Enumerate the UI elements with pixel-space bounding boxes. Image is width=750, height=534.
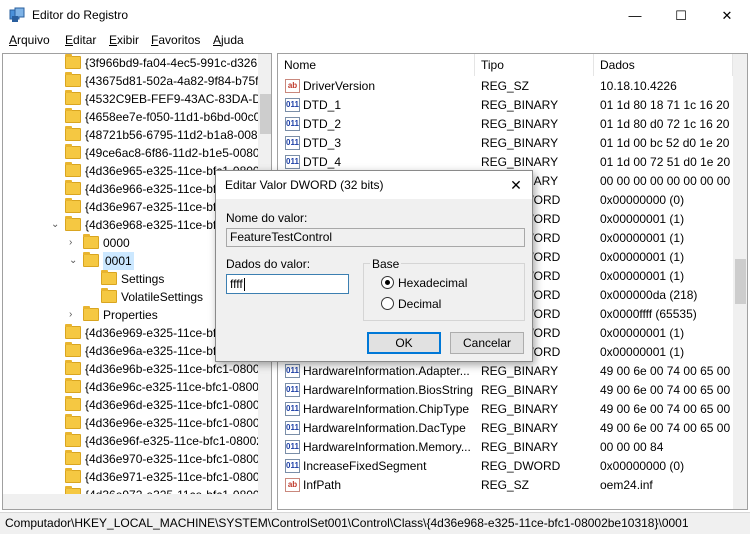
folder-icon — [65, 432, 81, 447]
menu-exibir[interactable]: Exibir — [109, 33, 139, 47]
value-data-label: Dados do valor: — [226, 257, 311, 271]
folder-icon — [65, 324, 81, 339]
status-bar: Computador\HKEY_LOCAL_MACHINE\SYSTEM\Con… — [0, 512, 750, 534]
folder-icon — [65, 360, 81, 375]
value-row[interactable]: 011 DTD_3 REG_BINARY 01 1d 00 bc 52 d0 1e 2… — [278, 134, 733, 153]
folder-open-icon — [83, 252, 99, 267]
value-row[interactable]: 011 DTD_1 REG_BINARY 01 1d 80 18 71 1c 16 2… — [278, 96, 733, 115]
value-row[interactable]: 011 HardwareInformation.BiosString REG_BIN… — [278, 381, 733, 400]
folder-icon — [65, 90, 81, 105]
folder-icon — [65, 72, 81, 87]
value-row[interactable]: ab DriverVersion REG_SZ 10.18.10.4226 — [278, 77, 733, 96]
binary-value-icon: 011 — [285, 440, 300, 454]
text-caret — [243, 278, 245, 292]
folder-icon — [83, 234, 99, 249]
decimal-radio[interactable] — [381, 297, 394, 310]
folder-icon — [65, 342, 81, 357]
menu-ajuda[interactable]: Ajuda — [213, 33, 244, 47]
dialog-title: Editar Valor DWORD (32 bits) — [225, 178, 384, 192]
ok-button[interactable]: OK — [367, 332, 441, 354]
string-value-icon: ab — [285, 79, 300, 93]
scroll-thumb[interactable] — [260, 94, 271, 134]
list-vertical-scrollbar[interactable] — [733, 54, 747, 509]
column-header-type[interactable]: Tipo — [475, 54, 594, 76]
value-name-label: Nome do valor: — [226, 211, 308, 225]
binary-value-icon: 011 — [285, 117, 300, 131]
value-row[interactable]: 011 DTD_2 REG_BINARY 01 1d 80 d0 72 1c 16 2… — [278, 115, 733, 134]
value-row[interactable]: 011 HardwareInformation.DacType REG_BINARY… — [278, 419, 733, 438]
cancel-button[interactable]: Cancelar — [450, 332, 524, 354]
chevron-right-icon[interactable]: › — [69, 306, 79, 324]
hexadecimal-radio[interactable] — [381, 276, 394, 289]
maximize-button[interactable]: ☐ — [658, 0, 704, 31]
minimize-button[interactable]: — — [612, 0, 658, 31]
base-label: Base — [370, 257, 402, 271]
close-button[interactable]: ✕ — [704, 0, 750, 31]
folder-icon — [101, 288, 117, 303]
folder-icon — [65, 378, 81, 393]
value-row[interactable]: ab InfPath REG_SZ oem24.inf — [278, 476, 733, 495]
dialog-title-bar: Editar Valor DWORD (32 bits) ✕ — [216, 171, 532, 199]
folder-icon — [65, 180, 81, 195]
folder-icon — [65, 54, 81, 69]
binary-value-icon: 011 — [285, 155, 300, 169]
scroll-thumb[interactable] — [735, 259, 746, 304]
string-value-icon: ab — [285, 478, 300, 492]
title-bar: Editor do Registro — ☐ ✕ — [0, 0, 750, 31]
binary-value-icon: 011 — [285, 402, 300, 416]
column-header-name[interactable]: Nome — [278, 54, 475, 76]
binary-value-icon: 011 — [285, 383, 300, 397]
menu-arquivo[interactable]: Arquivo — [9, 33, 50, 47]
folder-icon — [65, 414, 81, 429]
edit-dword-dialog: Editar Valor DWORD (32 bits) ✕ Nome do v… — [215, 170, 533, 362]
folder-icon — [65, 468, 81, 483]
folder-icon — [65, 198, 81, 213]
value-row[interactable]: 011 HardwareInformation.Memory... REG_BINA… — [278, 438, 733, 457]
window-title: Editor do Registro — [32, 8, 129, 22]
hexadecimal-label[interactable]: Hexadecimal — [398, 276, 467, 290]
value-row[interactable]: 011 HardwareInformation.ChipType REG_BINAR… — [278, 400, 733, 419]
base-groupbox — [363, 263, 525, 321]
folder-icon — [65, 108, 81, 123]
chevron-down-icon[interactable]: ⌄ — [51, 216, 61, 234]
decimal-label[interactable]: Decimal — [398, 297, 441, 311]
chevron-right-icon[interactable]: › — [69, 234, 79, 252]
folder-icon — [65, 450, 81, 465]
folder-open-icon — [65, 216, 81, 231]
menu-favoritos[interactable]: Favoritos — [151, 33, 200, 47]
value-row[interactable]: 011 IncreaseFixedSegment REG_DWORD 0x000000… — [278, 457, 733, 476]
column-header-data[interactable]: Dados — [594, 54, 733, 76]
folder-icon — [101, 270, 117, 285]
folder-icon — [83, 306, 99, 321]
registry-editor-icon — [9, 7, 25, 22]
value-row[interactable]: 011 HardwareInformation.Adapter... REG_BIN… — [278, 362, 733, 381]
binary-value-icon: 011 — [285, 421, 300, 435]
value-data-input[interactable]: ffff — [226, 274, 349, 294]
folder-icon — [65, 162, 81, 177]
folder-icon — [65, 144, 81, 159]
tree-horizontal-scrollbar[interactable] — [3, 494, 271, 509]
dialog-close-button[interactable]: ✕ — [506, 175, 526, 195]
binary-value-icon: 011 — [285, 98, 300, 112]
menu-editar[interactable]: Editar — [65, 33, 96, 47]
folder-icon — [65, 126, 81, 141]
chevron-down-icon[interactable]: ⌄ — [69, 252, 79, 270]
value-name-field: FeatureTestControl — [226, 228, 525, 247]
dword-value-icon: 011 — [285, 459, 300, 473]
menu-bar: Arquivo Editar Exibir Favoritos Ajuda — [0, 31, 750, 51]
binary-value-icon: 011 — [285, 364, 300, 378]
folder-icon — [65, 396, 81, 411]
binary-value-icon: 011 — [285, 136, 300, 150]
